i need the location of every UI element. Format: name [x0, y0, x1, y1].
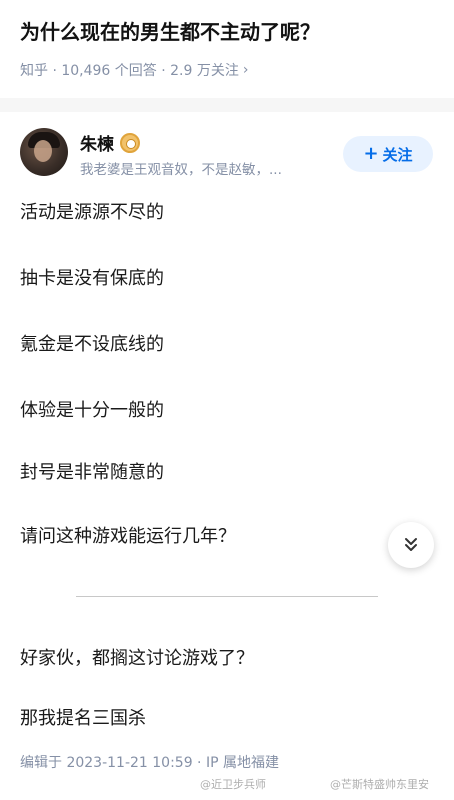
answer-line: 体验是十分一般的	[20, 400, 164, 421]
edit-timestamp: 编辑于 2023-11-21 10:59 · IP 属地福建	[20, 755, 279, 771]
chevron-right-icon: ›	[242, 62, 249, 78]
avatar[interactable]	[20, 128, 68, 176]
answer-line: 请问这种游戏能运行几年？	[20, 526, 236, 547]
answer-line: 活动是源源不尽的	[20, 202, 164, 223]
author-name-row[interactable]: 朱楝	[80, 130, 140, 155]
plus-icon: +	[363, 143, 379, 164]
answer-line: 封号是非常随意的	[20, 462, 164, 483]
author-badge-icon[interactable]	[120, 132, 140, 153]
answer-line: 那我提名三国杀	[20, 708, 146, 729]
follow-label: 关注	[382, 145, 413, 164]
section-divider	[0, 98, 454, 112]
question-stats: 知乎 · 10,496 个回答 · 2.9 万关注	[20, 63, 239, 79]
collapse-button[interactable]	[388, 522, 434, 568]
watermark: @芒斯特盛帅东里安	[330, 778, 429, 791]
watermark: @近卫步兵师	[200, 778, 266, 791]
question-title[interactable]: 为什么现在的男生都不主动了呢？	[20, 18, 434, 46]
answer-line: 好家伙，都搁这讨论游戏了？	[20, 648, 254, 669]
author-name[interactable]: 朱楝	[80, 130, 114, 155]
author-bio: 我老婆是王观音奴，不是赵敏，...	[80, 162, 282, 178]
answer-line: 氪金是不设底线的	[20, 334, 164, 355]
follow-button[interactable]: + 关注	[343, 136, 433, 172]
question-meta[interactable]: 知乎 · 10,496 个回答 · 2.9 万关注 ›	[20, 60, 248, 80]
content-divider	[76, 596, 378, 597]
double-chevron-down-icon	[405, 538, 417, 551]
answer-line: 抽卡是没有保底的	[20, 268, 164, 289]
